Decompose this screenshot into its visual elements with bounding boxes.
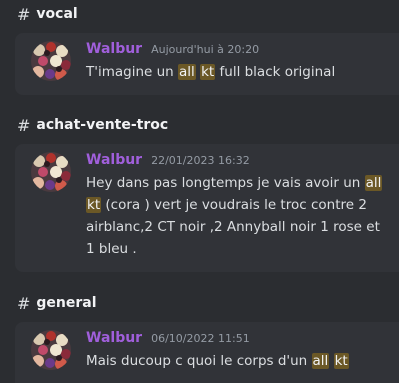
search-highlight: all (364, 175, 383, 191)
message-content: Mais ducoup c quoi le corps d'un all kt (86, 350, 386, 372)
search-results: # vocal Walbur Aujourd'hui à 20:20 T'ima… (0, 0, 399, 383)
channel-header[interactable]: # general (17, 292, 97, 314)
timestamp: 22/01/2023 16:32 (151, 154, 250, 167)
channel-header[interactable]: # vocal (17, 3, 78, 25)
search-highlight: all (178, 64, 196, 80)
message-header: Walbur 22/01/2023 16:32 (86, 152, 250, 168)
search-highlight: kt (200, 64, 216, 80)
channel-name: vocal (36, 6, 78, 22)
username[interactable]: Walbur (86, 152, 142, 168)
avatar[interactable] (31, 330, 71, 370)
search-result-message[interactable]: Walbur Aujourd'hui à 20:20 T'imagine un … (15, 33, 399, 95)
message-text: T'imagine un (86, 64, 179, 80)
avatar[interactable] (31, 41, 71, 81)
hash-icon: # (17, 115, 31, 135)
channel-name: general (36, 295, 97, 311)
message-text: (cora ) vert je voudrais le troc contre … (86, 197, 380, 257)
channel-name: achat-vente-troc (36, 117, 169, 133)
hash-icon: # (17, 293, 31, 313)
search-highlight: kt (333, 353, 349, 369)
message-header: Walbur 06/10/2022 11:51 (86, 330, 250, 346)
username[interactable]: Walbur (86, 330, 142, 346)
channel-header[interactable]: # achat-vente-troc (17, 114, 168, 136)
search-highlight: all (311, 353, 330, 369)
message-text (329, 353, 333, 369)
message-content: Hey dans pas longtemps je vais avoir un … (86, 172, 386, 260)
search-highlight: kt (86, 197, 102, 213)
search-result-message[interactable]: Walbur 06/10/2022 11:51 Mais ducoup c qu… (15, 322, 399, 383)
search-result-message[interactable]: Walbur 22/01/2023 16:32 Hey dans pas lon… (15, 144, 399, 272)
timestamp: Aujourd'hui à 20:20 (151, 43, 260, 56)
avatar[interactable] (31, 152, 71, 192)
timestamp: 06/10/2022 11:51 (151, 332, 250, 345)
message-header: Walbur Aujourd'hui à 20:20 (86, 41, 259, 57)
message-text: Mais ducoup c quoi le corps d'un (86, 353, 312, 369)
username[interactable]: Walbur (86, 41, 142, 57)
message-text: Hey dans pas longtemps je vais avoir un (86, 175, 365, 191)
message-text: full black original (215, 64, 336, 80)
hash-icon: # (17, 4, 31, 24)
message-content: T'imagine un all kt full black original (86, 61, 386, 83)
